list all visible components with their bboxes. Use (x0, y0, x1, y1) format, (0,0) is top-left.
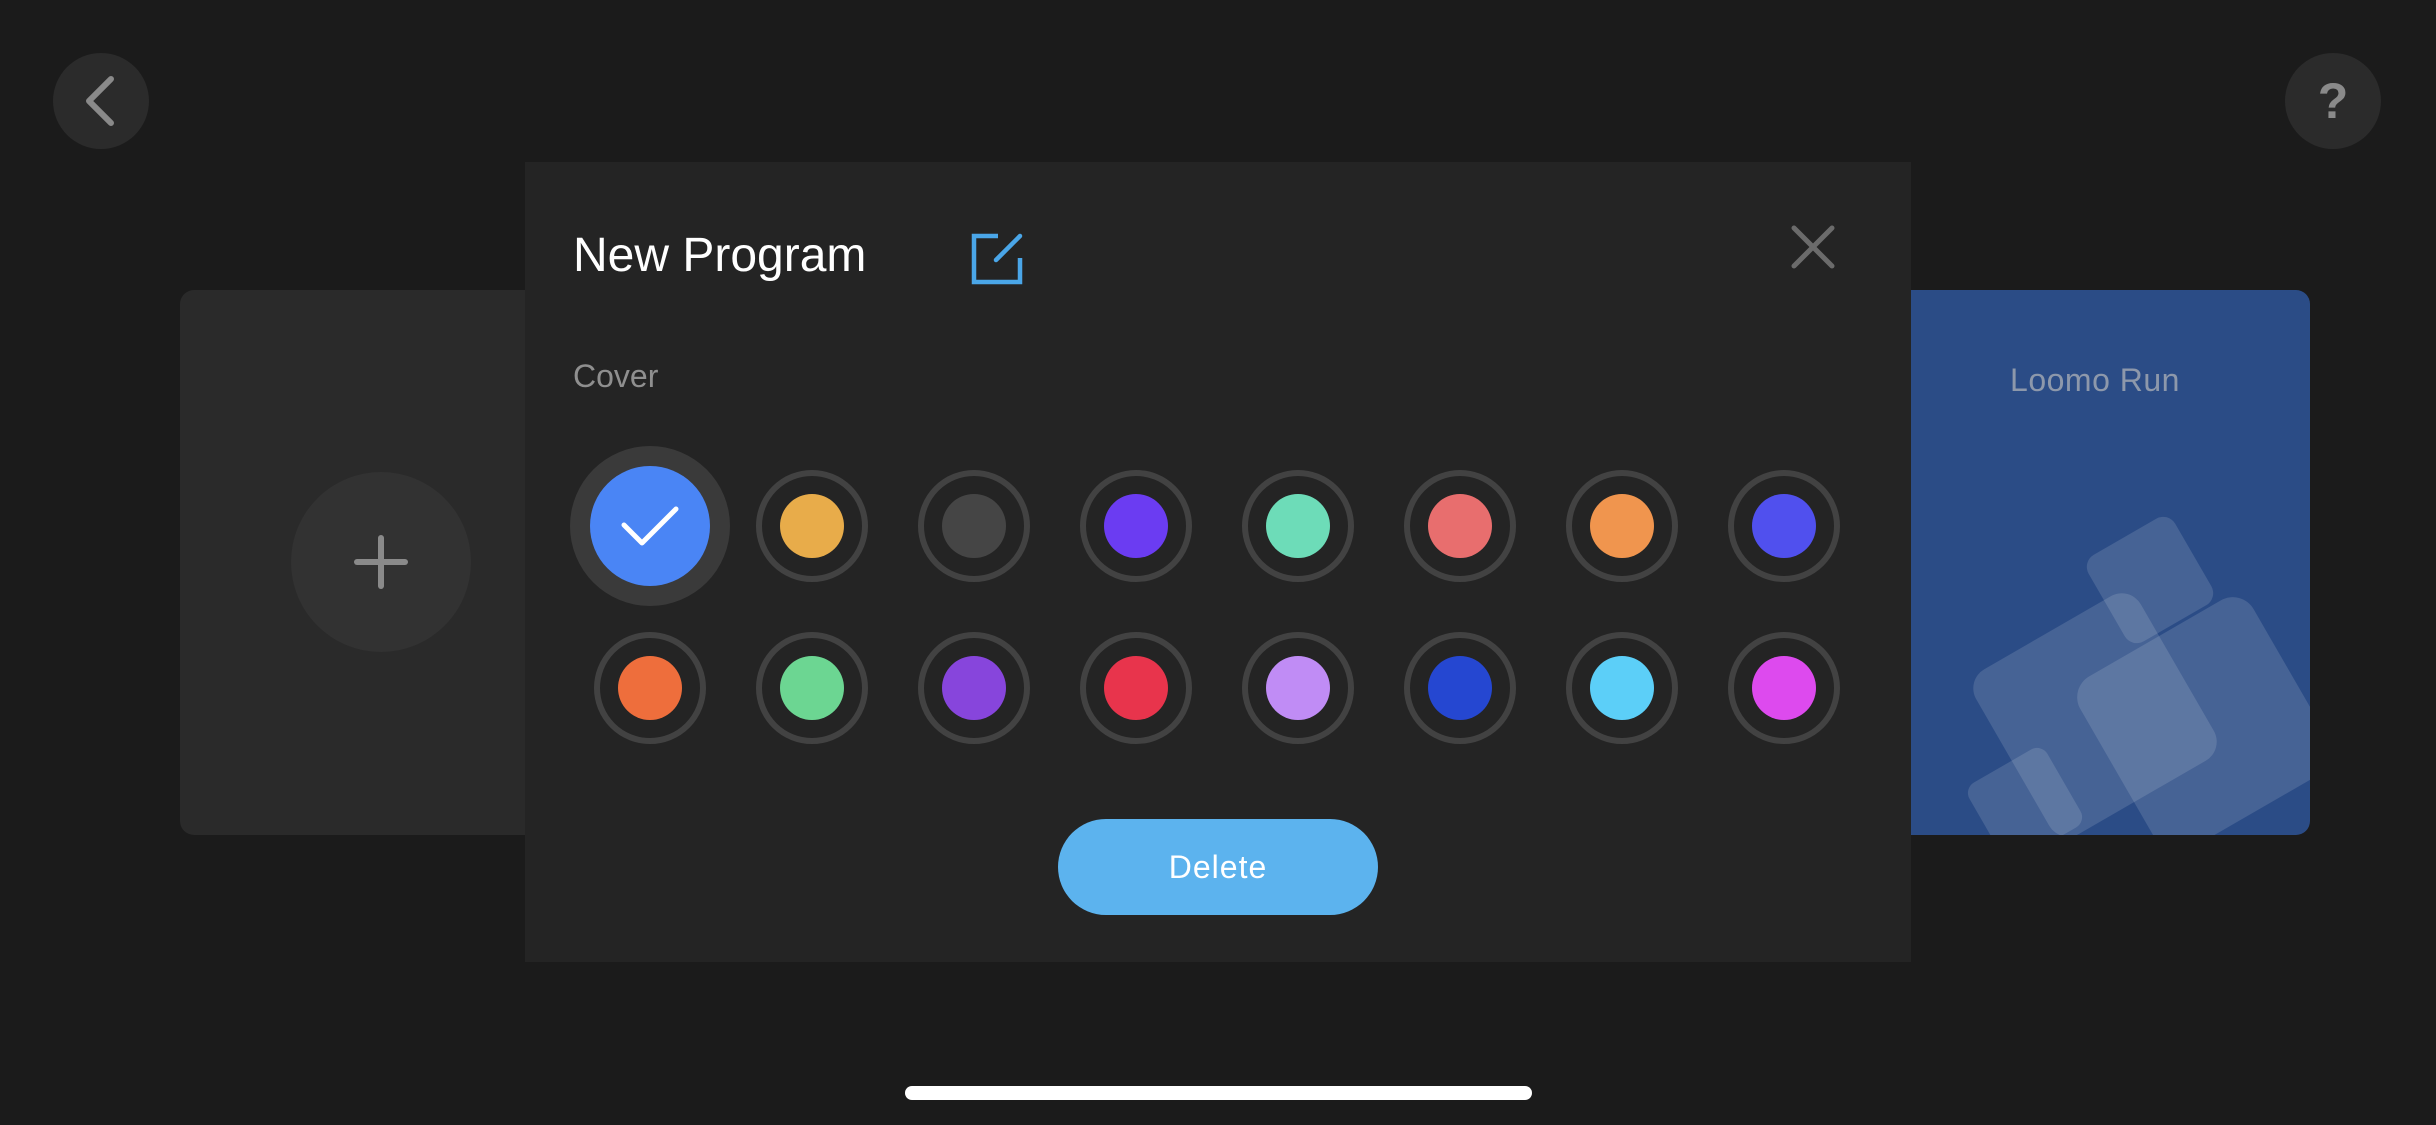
color-swatch[interactable] (1404, 470, 1516, 582)
color-swatch[interactable] (1242, 632, 1354, 744)
home-indicator[interactable] (905, 1086, 1532, 1100)
new-program-dialog: New Program Cover Delete (525, 162, 1911, 962)
color-dot (1266, 494, 1330, 558)
color-swatch[interactable] (570, 446, 730, 606)
color-swatch[interactable] (1404, 632, 1516, 744)
plus-icon (354, 535, 408, 589)
color-swatch[interactable] (1242, 470, 1354, 582)
back-button[interactable] (53, 53, 149, 149)
color-dot (1104, 656, 1168, 720)
color-swatch[interactable] (756, 632, 868, 744)
color-dot (1428, 656, 1492, 720)
color-swatch[interactable] (1080, 470, 1192, 582)
color-swatch[interactable] (756, 470, 868, 582)
color-dot (1590, 494, 1654, 558)
color-dot (1752, 656, 1816, 720)
delete-button[interactable]: Delete (1058, 819, 1378, 915)
color-swatch[interactable] (1728, 470, 1840, 582)
color-dot (942, 656, 1006, 720)
chevron-left-icon (86, 76, 114, 126)
color-dot (780, 656, 844, 720)
close-icon[interactable] (1790, 224, 1836, 270)
color-swatch[interactable] (918, 632, 1030, 744)
color-dot (1104, 494, 1168, 558)
add-program-card[interactable] (180, 290, 580, 835)
edit-icon[interactable] (968, 230, 1026, 288)
color-swatch[interactable] (1566, 632, 1678, 744)
color-dot (942, 494, 1006, 558)
color-swatch[interactable] (918, 470, 1030, 582)
color-dot (1752, 494, 1816, 558)
dialog-title: New Program (573, 229, 867, 282)
add-program-button[interactable] (291, 472, 471, 652)
color-dot (780, 494, 844, 558)
program-card-title: Loomo Run (2010, 362, 2180, 398)
help-button[interactable]: ? (2285, 53, 2381, 149)
color-dot (1428, 494, 1492, 558)
program-card-loomo-run[interactable]: Loomo Run (1880, 290, 2310, 835)
color-swatch[interactable] (594, 632, 706, 744)
color-dot (590, 466, 710, 586)
color-dot (1590, 656, 1654, 720)
color-dot (1266, 656, 1330, 720)
help-icon: ? (2317, 73, 2349, 129)
color-swatch[interactable] (1080, 632, 1192, 744)
check-icon (621, 506, 679, 546)
color-dot (618, 656, 682, 720)
color-swatch[interactable] (1728, 632, 1840, 744)
color-swatch[interactable] (1566, 470, 1678, 582)
cover-label: Cover (573, 358, 659, 394)
